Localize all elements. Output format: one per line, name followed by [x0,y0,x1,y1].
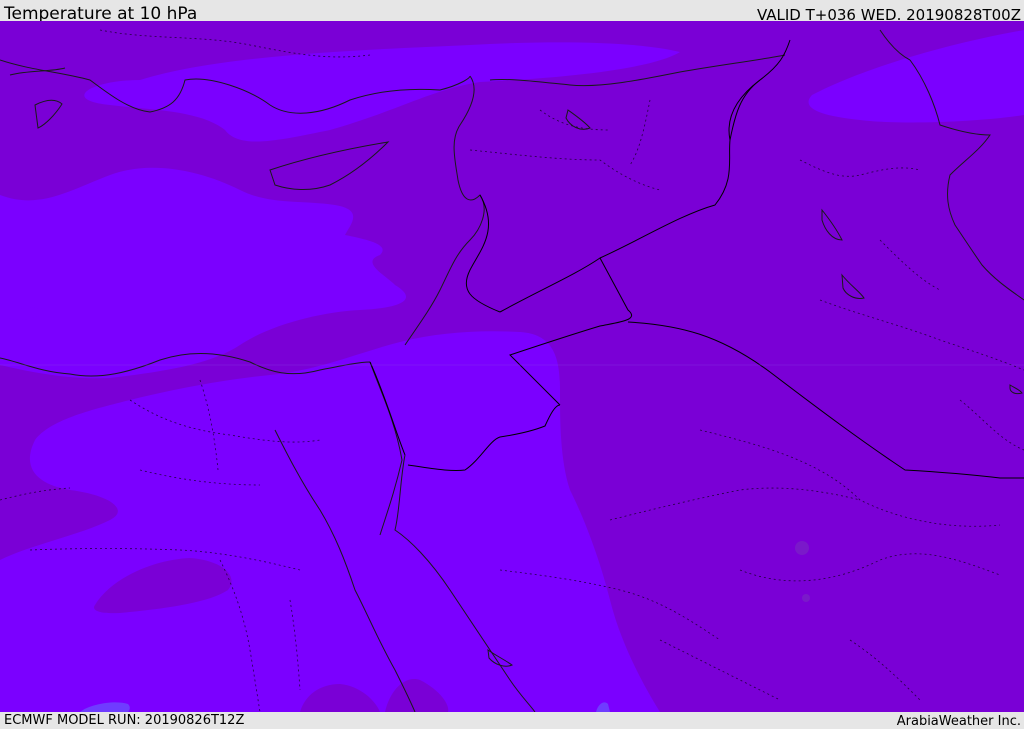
map-canvas [0,21,1024,712]
brand-label: ArabiaWeather Inc. [896,714,1021,729]
warm-dot-1 [795,541,809,555]
warm-dot-2 [802,594,810,602]
forecast-frame: Temperature at 10 hPa VALID T+036 WED. 2… [0,0,1024,729]
model-run-label: ECMWF MODEL RUN: 20190826T12Z [4,713,245,728]
header-bar: Temperature at 10 hPa VALID T+036 WED. 2… [0,0,1024,24]
footer-bar: ECMWF MODEL RUN: 20190826T12Z ArabiaWeat… [0,712,1024,729]
temperature-map [0,21,1024,712]
